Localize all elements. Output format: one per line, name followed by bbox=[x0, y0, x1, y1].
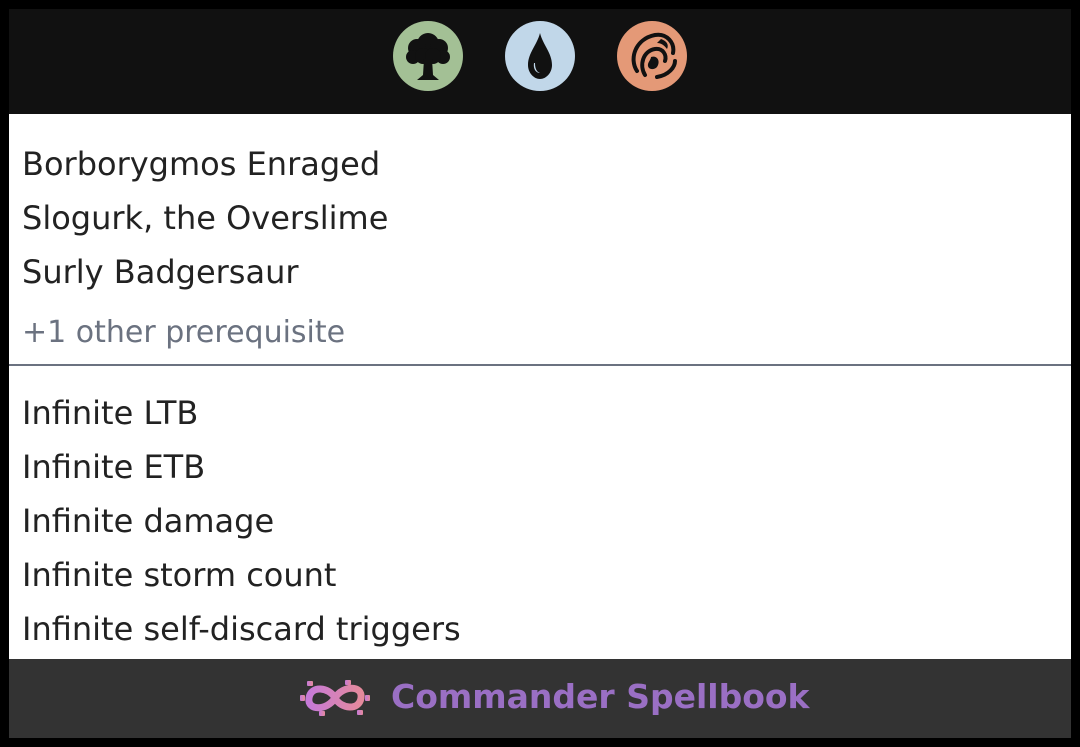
result-item: Infinite LTB bbox=[22, 394, 199, 432]
result-item: Infinite ETB bbox=[22, 448, 206, 486]
prerequisite-card: Borborygmos Enraged bbox=[22, 145, 381, 183]
prerequisite-card: Slogurk, the Overslime bbox=[22, 199, 389, 237]
footer: Commander Spellbook bbox=[9, 659, 1071, 738]
other-prerequisites-note: +1 other prerequisite bbox=[22, 315, 346, 350]
result-item: Infinite self-discard triggers bbox=[22, 610, 461, 648]
green-mana-icon bbox=[393, 21, 463, 91]
prerequisite-list: Borborygmos Enraged Slogurk, the Oversli… bbox=[22, 145, 1062, 307]
red-mana-icon bbox=[617, 21, 687, 91]
blue-mana-icon bbox=[505, 21, 575, 91]
combo-card: Borborygmos Enraged Slogurk, the Oversli… bbox=[9, 9, 1071, 738]
result-item: Infinite damage bbox=[22, 502, 275, 540]
section-divider bbox=[9, 364, 1071, 366]
result-item: Infinite storm count bbox=[22, 556, 337, 594]
prerequisite-card: Surly Badgersaur bbox=[22, 253, 299, 291]
brand-name[interactable]: Commander Spellbook bbox=[391, 677, 810, 717]
infinity-logo-icon bbox=[300, 680, 370, 716]
color-identity-header bbox=[9, 9, 1071, 114]
results-list: Infinite LTB Infinite ETB Infinite damag… bbox=[22, 394, 1062, 664]
